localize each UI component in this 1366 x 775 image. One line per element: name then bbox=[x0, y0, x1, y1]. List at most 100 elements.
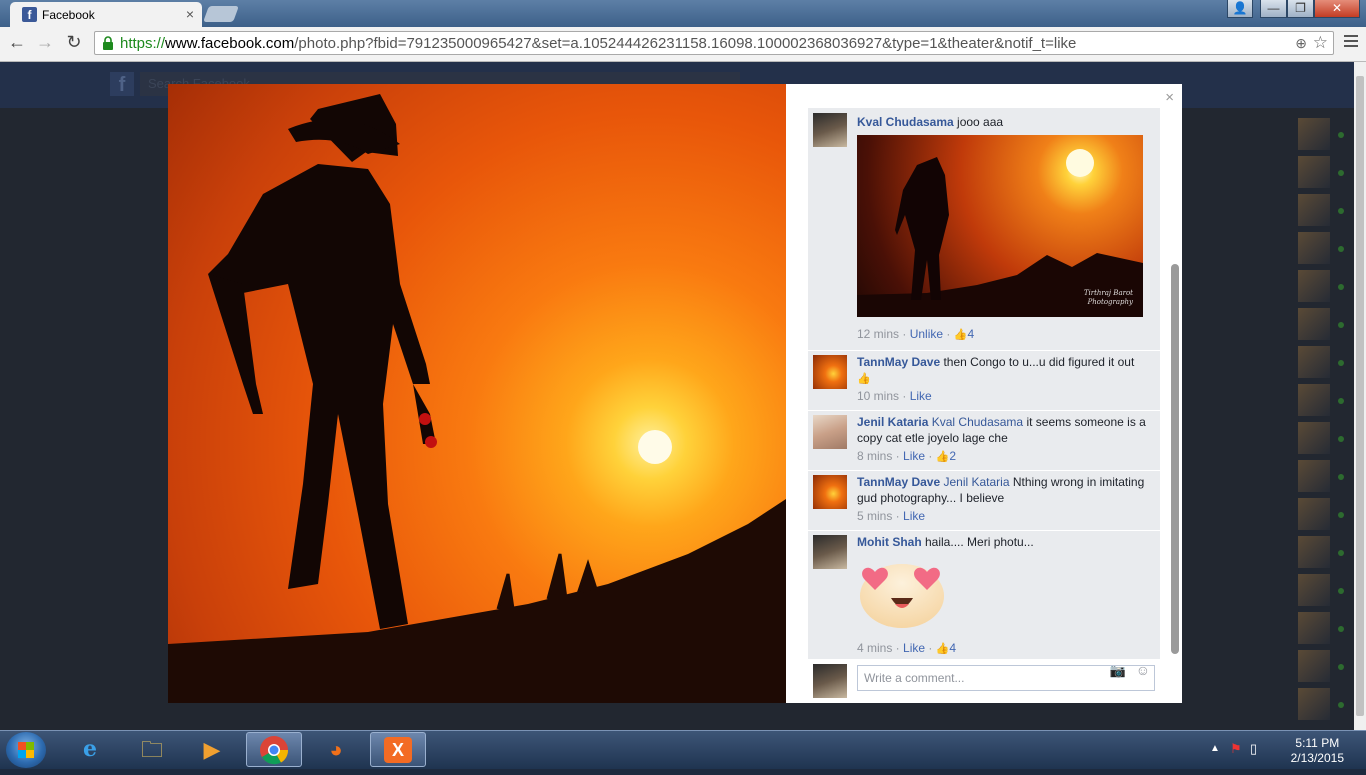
close-window-button[interactable]: ✕ bbox=[1314, 0, 1360, 18]
chat-friend-avatar[interactable] bbox=[1298, 384, 1330, 416]
reload-icon[interactable]: ↻ bbox=[63, 32, 85, 53]
avatar[interactable] bbox=[813, 664, 847, 698]
online-dot-icon bbox=[1338, 588, 1344, 594]
show-hidden-icons-icon[interactable]: ▲ bbox=[1210, 743, 1220, 754]
facebook-logo[interactable]: f bbox=[110, 72, 134, 96]
chrome-logo bbox=[260, 736, 289, 765]
avatar[interactable] bbox=[813, 415, 847, 449]
chat-friend-avatar[interactable] bbox=[1298, 574, 1330, 606]
windows-taskbar: e 🗀 ▶ ◕ X ▲ ⚑ ▯ 5:11 PM 2/13/2015 bbox=[0, 730, 1366, 769]
bookmark-star-icon[interactable]: ☆ bbox=[1313, 33, 1328, 53]
xampp-icon[interactable]: X bbox=[370, 732, 426, 767]
commenter-name[interactable]: Jenil Kataria bbox=[857, 415, 928, 429]
commenter-name[interactable]: TannMay Dave bbox=[857, 475, 940, 489]
chat-friend-avatar[interactable] bbox=[1298, 346, 1330, 378]
user-icon[interactable]: 👤 bbox=[1227, 0, 1253, 18]
comment-timestamp[interactable]: 10 mins bbox=[857, 389, 899, 403]
media-player-icon[interactable]: ▶ bbox=[184, 732, 240, 767]
firefox-icon[interactable]: ◕ bbox=[308, 732, 364, 767]
facebook-favicon-icon: f bbox=[22, 7, 37, 22]
system-tray: ▲ ⚑ ▯ 5:11 PM 2/13/2015 bbox=[1198, 733, 1358, 767]
commenter-name[interactable]: Kval Chudasama bbox=[857, 115, 954, 129]
chat-friend-avatar[interactable] bbox=[1298, 650, 1330, 682]
main-photo[interactable] bbox=[168, 84, 786, 703]
comment-meta: 5 mins · Like bbox=[857, 509, 926, 523]
page-scroll-thumb[interactable] bbox=[1356, 76, 1364, 716]
comment-timestamp[interactable]: 8 mins bbox=[857, 449, 892, 463]
forward-icon[interactable]: → bbox=[34, 32, 56, 53]
comment-composer: Write a comment... 📷 ☺ bbox=[808, 659, 1160, 703]
address-bar[interactable]: https://www.facebook.com/photo.php?fbid=… bbox=[94, 31, 1334, 55]
chat-friend-avatar[interactable] bbox=[1298, 688, 1330, 720]
chat-friend-avatar[interactable] bbox=[1298, 536, 1330, 568]
start-button[interactable] bbox=[6, 732, 46, 768]
comment-meta: 8 mins · Like · 👍2 bbox=[857, 449, 957, 463]
online-dot-icon bbox=[1338, 208, 1344, 214]
online-dot-icon bbox=[1338, 398, 1344, 404]
internet-explorer-icon[interactable]: e bbox=[62, 732, 118, 767]
clock[interactable]: 5:11 PM 2/13/2015 bbox=[1291, 736, 1344, 766]
chat-friend-avatar[interactable] bbox=[1298, 270, 1330, 302]
online-dot-icon bbox=[1338, 512, 1344, 518]
new-tab-button[interactable] bbox=[203, 6, 239, 22]
network-warning-icon[interactable]: ⚑ bbox=[1230, 741, 1242, 757]
comments-scroll-thumb[interactable] bbox=[1171, 264, 1179, 654]
zoom-icon[interactable]: ⊕ bbox=[1295, 35, 1307, 52]
tagged-name[interactable]: Jenil Kataria bbox=[943, 475, 1009, 489]
camera-icon[interactable]: 📷 bbox=[1110, 663, 1126, 679]
like-link[interactable]: Like bbox=[903, 449, 925, 463]
online-dot-icon bbox=[1338, 246, 1344, 252]
comment-timestamp[interactable]: 12 mins bbox=[857, 327, 899, 341]
like-count[interactable]: 2 bbox=[949, 449, 956, 463]
commenter-name[interactable]: TannMay Dave bbox=[857, 355, 940, 369]
like-link[interactable]: Like bbox=[910, 389, 932, 403]
online-dot-icon bbox=[1338, 170, 1344, 176]
comment-timestamp[interactable]: 5 mins bbox=[857, 509, 892, 523]
page-scrollbar[interactable] bbox=[1354, 62, 1366, 730]
chat-friend-avatar[interactable] bbox=[1298, 232, 1330, 264]
commenter-name[interactable]: Mohit Shah bbox=[857, 535, 922, 549]
tab-facebook[interactable]: f Facebook × bbox=[10, 2, 202, 27]
tagged-name[interactable]: Kval Chudasama bbox=[932, 415, 1023, 429]
menu-icon[interactable] bbox=[1344, 35, 1358, 50]
maximize-button[interactable]: ❐ bbox=[1287, 0, 1314, 18]
battery-icon[interactable]: ▯ bbox=[1250, 741, 1257, 757]
avatar[interactable] bbox=[813, 355, 847, 389]
comment-meta: 4 mins · Like · 👍4 bbox=[857, 641, 957, 655]
thumbs-up-icon: 👍 bbox=[953, 329, 968, 341]
tab-close-icon[interactable]: × bbox=[186, 6, 194, 22]
chat-friend-avatar[interactable] bbox=[1298, 422, 1330, 454]
clock-time: 5:11 PM bbox=[1295, 736, 1340, 750]
like-link[interactable]: Like bbox=[903, 641, 925, 655]
back-icon[interactable]: ← bbox=[6, 32, 28, 53]
like-count[interactable]: 4 bbox=[949, 641, 956, 655]
like-link[interactable]: Like bbox=[903, 509, 925, 523]
thumbs-up-icon: 👍 bbox=[935, 643, 950, 655]
avatar[interactable] bbox=[813, 535, 847, 569]
comment-timestamp[interactable]: 4 mins bbox=[857, 641, 892, 655]
like-count[interactable]: 4 bbox=[967, 327, 974, 341]
online-dot-icon bbox=[1338, 436, 1344, 442]
avatar[interactable] bbox=[813, 475, 847, 509]
online-dot-icon bbox=[1338, 626, 1344, 632]
file-explorer-icon[interactable]: 🗀 bbox=[124, 732, 180, 767]
comments-scrollbar[interactable] bbox=[1169, 108, 1181, 660]
chrome-icon[interactable] bbox=[246, 732, 302, 767]
comment-attached-photo[interactable]: Tirthraj Barot Photography bbox=[857, 135, 1143, 317]
comment-text: Kval Chudasama jooo aaa bbox=[857, 115, 1004, 129]
chat-friend-avatar[interactable] bbox=[1298, 308, 1330, 340]
chat-friend-avatar[interactable] bbox=[1298, 156, 1330, 188]
avatar[interactable] bbox=[813, 113, 847, 147]
chat-friend-avatar[interactable] bbox=[1298, 498, 1330, 530]
comment-item: Kval Chudasama jooo aaa Tirthraj Barot P… bbox=[808, 108, 1160, 351]
chat-friend-avatar[interactable] bbox=[1298, 118, 1330, 150]
close-viewer-icon[interactable]: × bbox=[1165, 89, 1174, 106]
minimize-button[interactable]: — bbox=[1260, 0, 1287, 18]
thumbs-up-icon: 👍 bbox=[935, 451, 950, 463]
online-dot-icon bbox=[1338, 360, 1344, 366]
chat-friend-avatar[interactable] bbox=[1298, 460, 1330, 492]
chat-friend-avatar[interactable] bbox=[1298, 612, 1330, 644]
emoticon-icon[interactable]: ☺ bbox=[1136, 662, 1150, 678]
chat-friend-avatar[interactable] bbox=[1298, 194, 1330, 226]
unlike-link[interactable]: Unlike bbox=[910, 327, 943, 341]
